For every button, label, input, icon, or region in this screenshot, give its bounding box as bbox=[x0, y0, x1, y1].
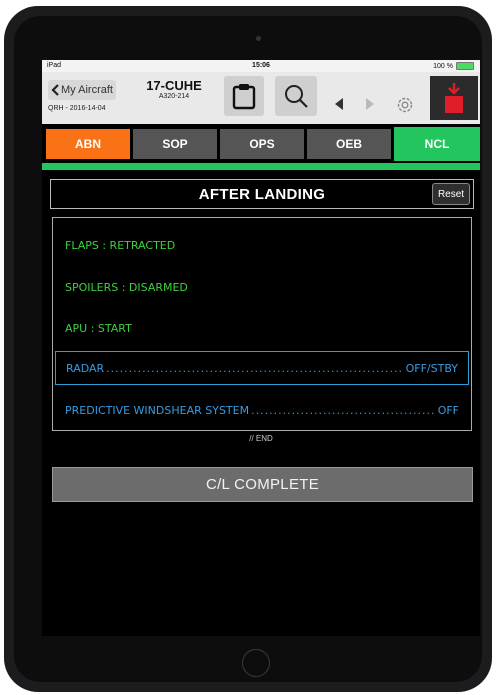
end-marker: // END bbox=[249, 434, 273, 443]
checklist-complete-button[interactable]: C/L COMPLETE bbox=[52, 467, 473, 502]
tab-ops-label: OPS bbox=[249, 137, 275, 151]
checklist-item-value: OFF/STBY bbox=[405, 361, 458, 375]
tab-abn-label: ABN bbox=[75, 137, 101, 151]
checklist-item-label: PREDICTIVE WINDSHEAR SYSTEM bbox=[65, 403, 250, 417]
checklist-item-radar[interactable]: RADAR ..................................… bbox=[55, 351, 469, 385]
checklist-item-text: FLAPS : RETRACTED bbox=[65, 238, 176, 252]
tab-oeb-label: OEB bbox=[335, 137, 362, 151]
checklist-item-text: APU : START bbox=[65, 321, 132, 335]
back-button-label: My Aircraft bbox=[61, 84, 113, 96]
tab-bar: ABN SOP OPS OEB NCL bbox=[46, 127, 480, 161]
tab-oeb[interactable]: OEB bbox=[307, 129, 391, 159]
search-icon bbox=[285, 85, 308, 108]
tab-sop-label: SOP bbox=[162, 137, 188, 151]
checklist-item-value: OFF bbox=[437, 403, 459, 417]
previous-button[interactable] bbox=[329, 94, 349, 114]
aircraft-type: A320-214 bbox=[158, 93, 190, 100]
checklist-header: AFTER LANDING Reset bbox=[50, 179, 474, 209]
settings-button[interactable] bbox=[394, 94, 416, 116]
camera-icon bbox=[256, 36, 261, 41]
back-button[interactable]: My Aircraft bbox=[48, 80, 116, 100]
app-screen: iPad 15:06 100 % My Aircraft QRH - 2016-… bbox=[42, 60, 480, 636]
home-button[interactable] bbox=[242, 649, 270, 677]
arrow-left-icon bbox=[335, 98, 343, 110]
battery-icon bbox=[456, 62, 474, 70]
tab-sop[interactable]: SOP bbox=[133, 129, 217, 159]
checklist-item-spoilers[interactable]: SPOILERS : DISARMED bbox=[55, 270, 469, 304]
clipboard-button[interactable] bbox=[224, 76, 264, 116]
tab-abn[interactable]: ABN bbox=[46, 129, 130, 159]
tab-ncl[interactable]: NCL bbox=[394, 127, 480, 161]
tab-ncl-label: NCL bbox=[424, 137, 450, 151]
checklist-item-apu[interactable]: APU : START bbox=[55, 311, 469, 345]
battery-percent: 100 % bbox=[433, 62, 453, 70]
status-bar: iPad 15:06 100 % bbox=[42, 60, 480, 72]
aircraft-registration: 17-CUHE bbox=[146, 78, 202, 93]
checklist-item-flaps[interactable]: FLAPS : RETRACTED bbox=[55, 228, 469, 262]
clock: 15:06 bbox=[252, 62, 270, 69]
checklist-items: FLAPS : RETRACTED SPOILERS : DISARMED AP… bbox=[52, 217, 472, 431]
exit-button[interactable] bbox=[430, 76, 478, 120]
chevron-left-icon bbox=[51, 84, 59, 96]
next-button[interactable] bbox=[360, 94, 380, 114]
clipboard-icon bbox=[232, 84, 256, 110]
checklist-item-label: RADAR bbox=[66, 361, 105, 375]
reset-button[interactable]: Reset bbox=[432, 183, 470, 205]
checklist-item-pws[interactable]: PREDICTIVE WINDSHEAR SYSTEM ............… bbox=[55, 393, 469, 427]
checklist-title: AFTER LANDING bbox=[198, 185, 326, 203]
arrow-right-icon bbox=[366, 98, 374, 110]
checklist-item-text: SPOILERS : DISARMED bbox=[65, 280, 188, 294]
qrh-version: QRH - 2016-14-04 bbox=[48, 105, 106, 112]
exit-icon bbox=[443, 82, 465, 114]
gear-icon bbox=[397, 97, 413, 113]
active-tab-indicator bbox=[42, 163, 480, 170]
tab-ops[interactable]: OPS bbox=[220, 129, 304, 159]
search-button[interactable] bbox=[275, 76, 317, 116]
top-toolbar: My Aircraft QRH - 2016-14-04 17-CUHE A32… bbox=[42, 72, 480, 124]
